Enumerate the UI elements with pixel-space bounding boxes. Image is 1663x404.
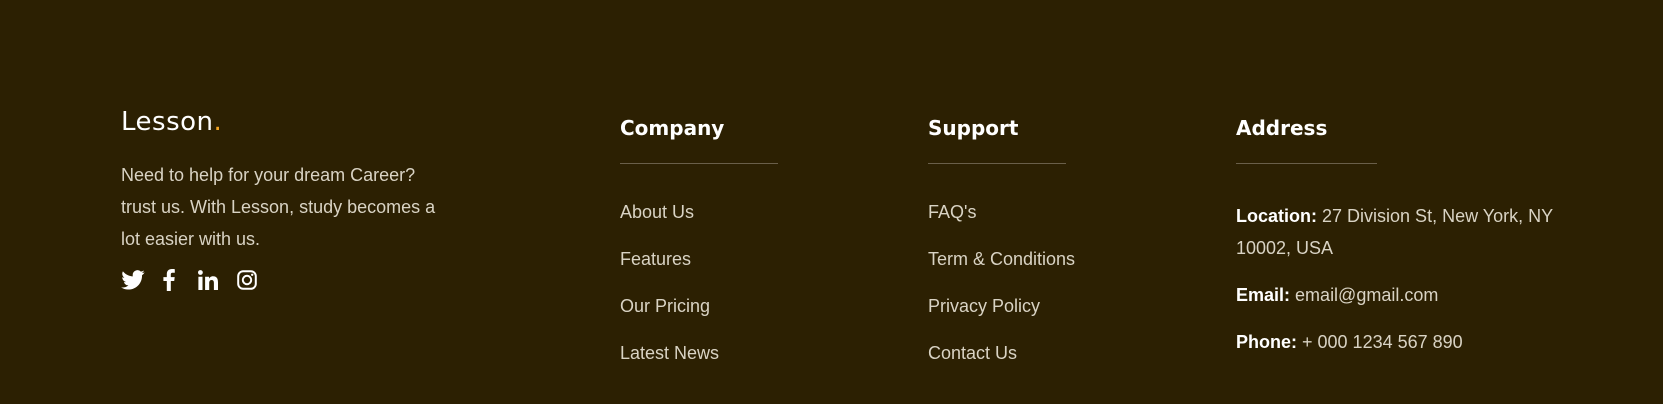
- brand-column: Lesson. Need to help for your dream Care…: [121, 106, 461, 293]
- about-us-link[interactable]: About Us: [620, 202, 694, 222]
- latest-news-link[interactable]: Latest News: [620, 343, 719, 363]
- brand-tagline: Need to help for your dream Career? trus…: [121, 165, 436, 249]
- email-value[interactable]: email@gmail.com: [1295, 285, 1438, 305]
- address-heading: Address: [1236, 116, 1328, 140]
- list-item: Features: [620, 247, 778, 271]
- support-divider: [928, 163, 1066, 164]
- logo-text: Lesson: [121, 107, 214, 137]
- instagram-link[interactable]: [237, 267, 257, 293]
- address-divider: [1236, 163, 1377, 164]
- address-column: Address Location: 27 Division St, New Yo…: [1236, 115, 1566, 373]
- phone-label: Phone:: [1236, 332, 1297, 352]
- social-links: [121, 267, 461, 293]
- faqs-link[interactable]: FAQ's: [928, 202, 976, 222]
- support-heading: Support: [928, 116, 1019, 140]
- phone-row: Phone: + 000 1234 567 890: [1236, 326, 1566, 358]
- support-column: Support FAQ's Term & Conditions Privacy …: [928, 115, 1075, 388]
- email-row: Email: email@gmail.com: [1236, 279, 1566, 311]
- list-item: Contact Us: [928, 341, 1075, 365]
- features-link[interactable]: Features: [620, 249, 691, 269]
- linkedin-icon: [198, 270, 218, 290]
- email-label: Email:: [1236, 285, 1291, 305]
- privacy-policy-link[interactable]: Privacy Policy: [928, 296, 1040, 316]
- instagram-icon: [237, 270, 257, 290]
- facebook-link[interactable]: [162, 267, 176, 293]
- twitter-link[interactable]: [121, 267, 145, 293]
- our-pricing-link[interactable]: Our Pricing: [620, 296, 710, 316]
- facebook-icon: [163, 269, 175, 291]
- contact-us-link[interactable]: Contact Us: [928, 343, 1017, 363]
- support-links: FAQ's Term & Conditions Privacy Policy C…: [928, 200, 1075, 365]
- list-item: FAQ's: [928, 200, 1075, 224]
- linkedin-link[interactable]: [198, 267, 218, 293]
- logo[interactable]: Lesson.: [121, 106, 461, 138]
- list-item: Term & Conditions: [928, 247, 1075, 271]
- location-row: Location: 27 Division St, New York, NY 1…: [1236, 200, 1566, 264]
- company-divider: [620, 163, 778, 164]
- terms-conditions-link[interactable]: Term & Conditions: [928, 249, 1075, 269]
- address-details: Location: 27 Division St, New York, NY 1…: [1236, 200, 1566, 358]
- list-item: About Us: [620, 200, 778, 224]
- list-item: Privacy Policy: [928, 294, 1075, 318]
- company-links: About Us Features Our Pricing Latest New…: [620, 200, 778, 365]
- logo-dot: .: [213, 107, 223, 137]
- list-item: Latest News: [620, 341, 778, 365]
- list-item: Our Pricing: [620, 294, 778, 318]
- phone-value[interactable]: + 000 1234 567 890: [1302, 332, 1463, 352]
- company-column: Company About Us Features Our Pricing La…: [620, 115, 778, 388]
- company-heading: Company: [620, 116, 725, 140]
- twitter-icon: [121, 270, 145, 290]
- location-label: Location:: [1236, 206, 1317, 226]
- site-footer: Lesson. Need to help for your dream Care…: [0, 0, 1663, 404]
